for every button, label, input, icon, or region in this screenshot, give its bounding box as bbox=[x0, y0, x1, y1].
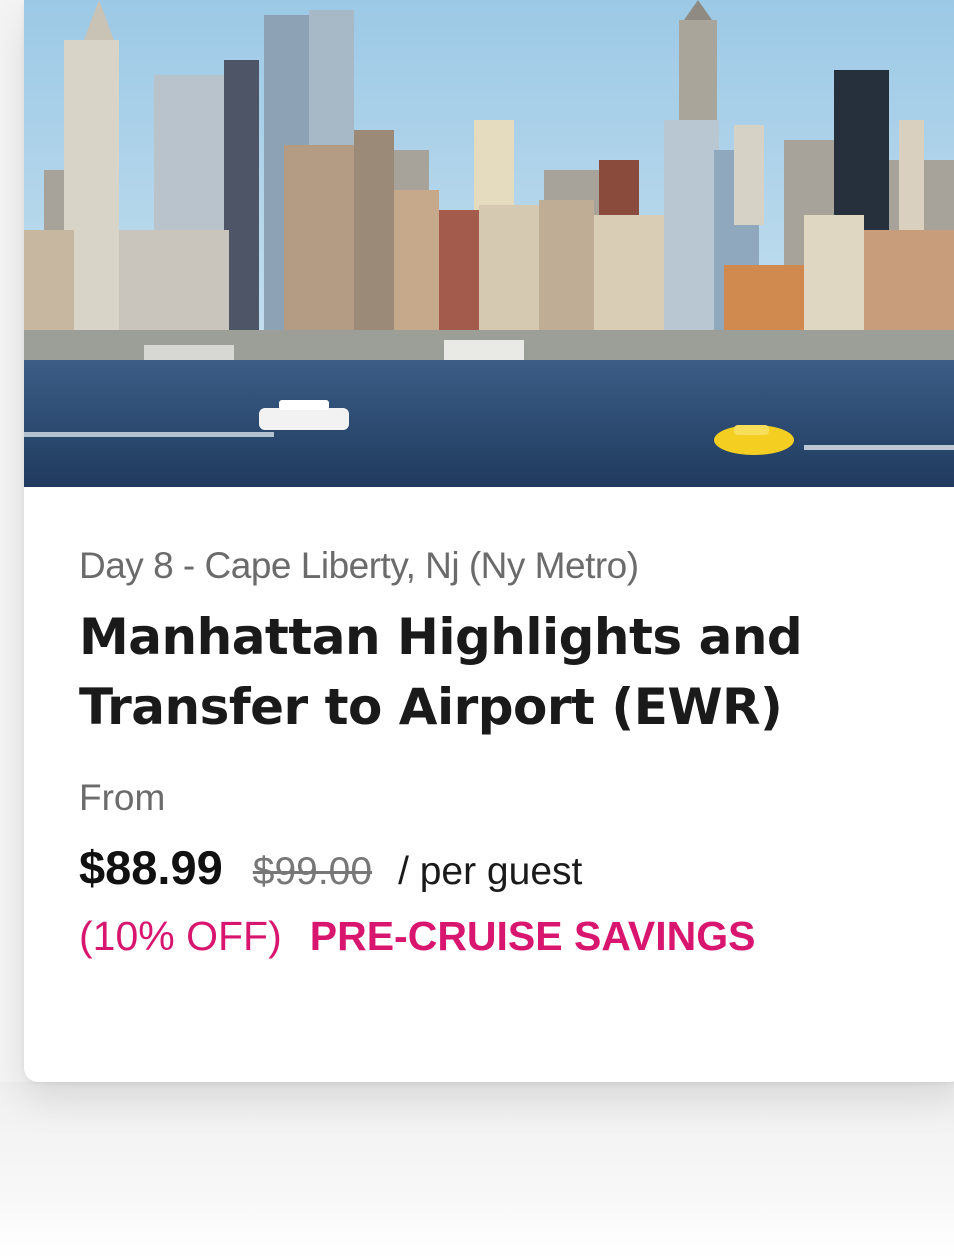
current-price: $88.99 bbox=[79, 841, 223, 894]
skyline-image[interactable] bbox=[24, 0, 954, 487]
from-label: From bbox=[79, 777, 166, 818]
savings-label: PRE-CRUISE SAVINGS bbox=[309, 913, 756, 959]
day-port-label: Day 8 - Cape Liberty, Nj (Ny Metro) bbox=[79, 545, 639, 586]
price-unit: / per guest bbox=[398, 850, 583, 893]
excursion-title[interactable]: Manhattan Highlights and Transfer to Air… bbox=[79, 602, 939, 742]
page-background bbox=[0, 0, 24, 1260]
original-price: $99.00 bbox=[252, 850, 373, 893]
price-row: $88.99 $99.00 / per guest bbox=[79, 840, 939, 895]
card-shadow-area bbox=[0, 1082, 954, 1260]
excursion-card[interactable]: Day 8 - Cape Liberty, Nj (Ny Metro) Manh… bbox=[24, 0, 954, 1082]
savings-row: (10% OFF) PRE-CRUISE SAVINGS bbox=[79, 913, 939, 960]
card-content: Day 8 - Cape Liberty, Nj (Ny Metro) Manh… bbox=[79, 540, 939, 960]
discount-percent: (10% OFF) bbox=[79, 913, 282, 959]
